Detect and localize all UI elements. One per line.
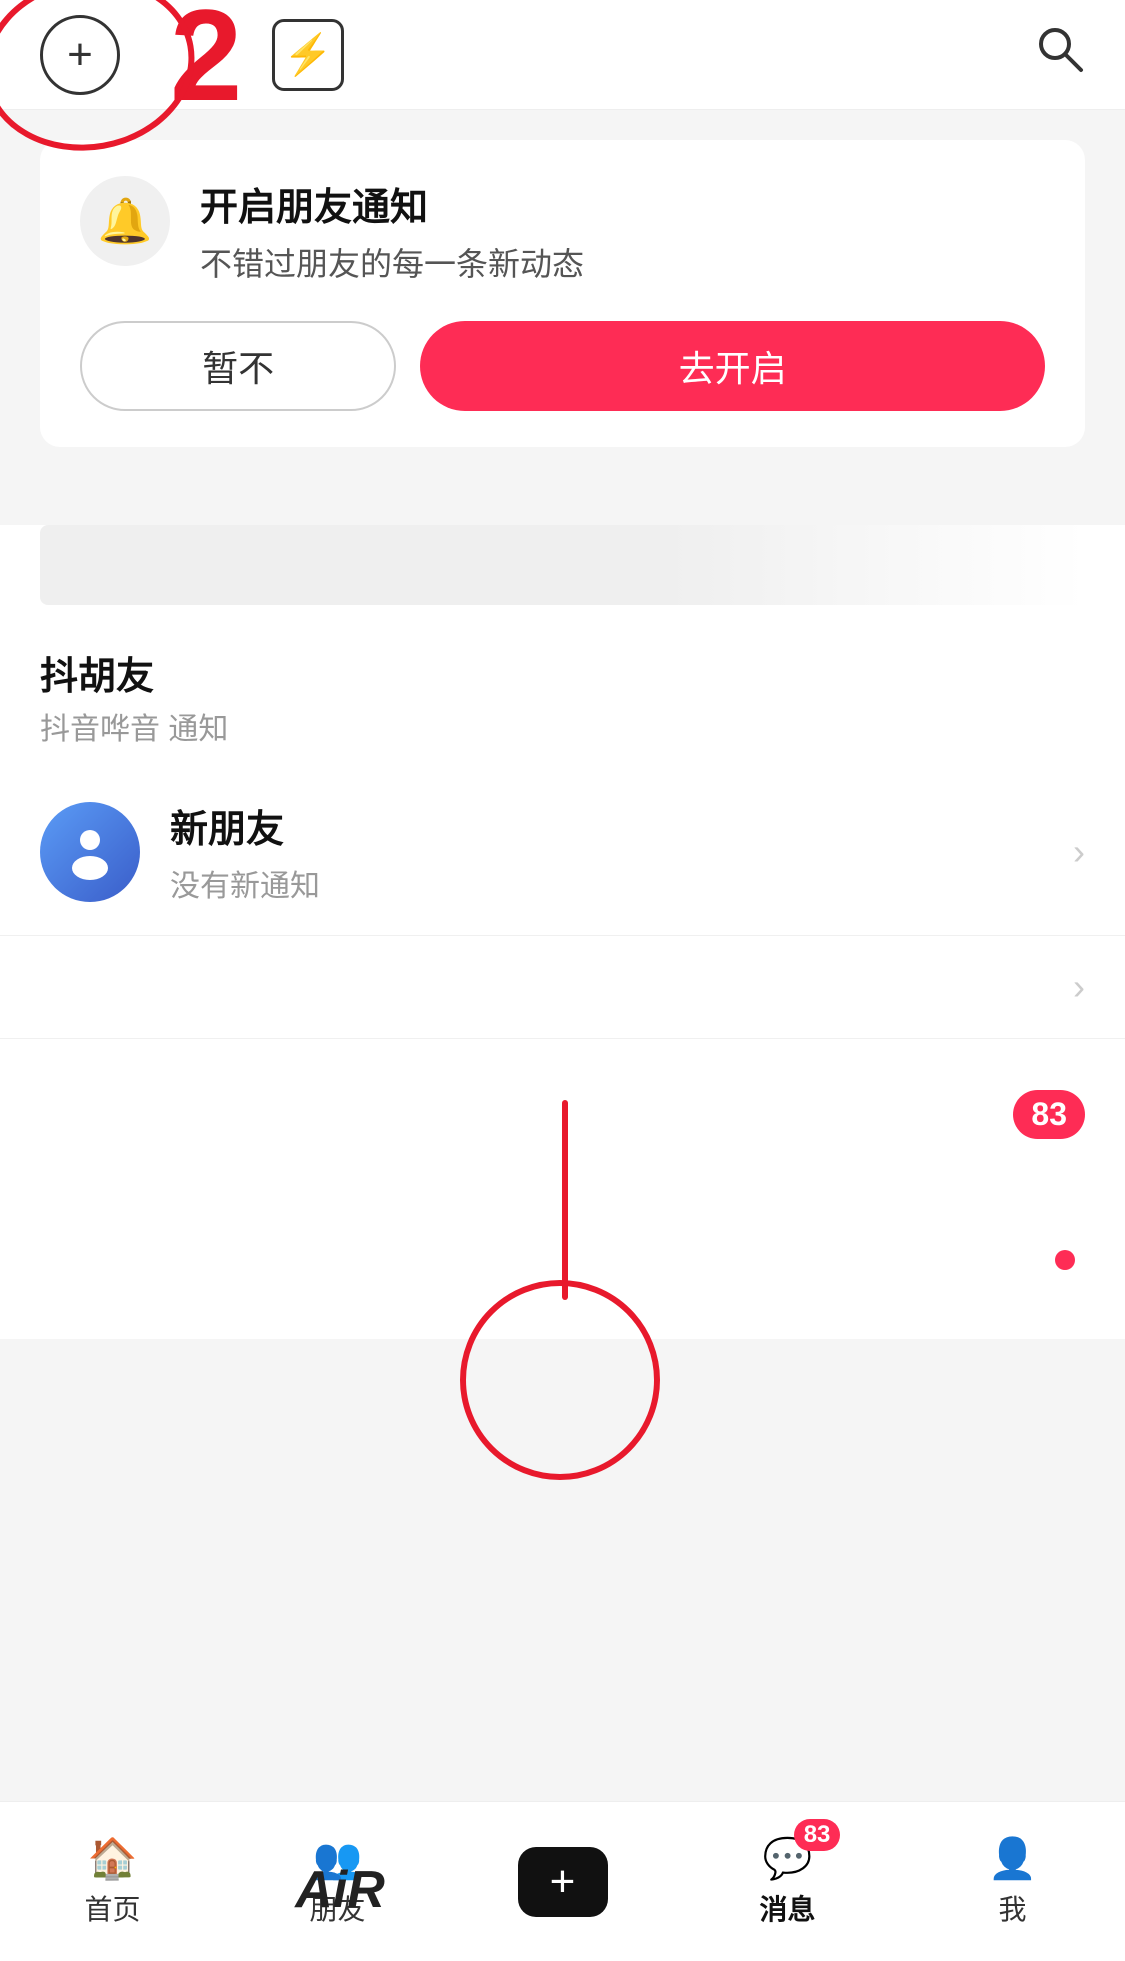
chevron-right-icon: › [1073, 831, 1085, 873]
nav-plus-icon: + [550, 1857, 576, 1907]
chevron-right-icon-2: › [1073, 966, 1085, 1008]
douhuyou-label: 抖胡友 [40, 645, 228, 700]
nav-profile-label: 我 [998, 1888, 1026, 1928]
bell-icon: 🔔 [80, 176, 170, 266]
notification-buttons: 暂不 去开启 [80, 321, 1045, 411]
add-button[interactable]: + [40, 15, 120, 95]
nav-add[interactable]: + [450, 1847, 675, 1917]
separator [0, 477, 1125, 501]
nav-messages[interactable]: 💬 83 消息 [675, 1835, 900, 1928]
second-list-item[interactable]: › [0, 936, 1125, 1039]
annotation-circle [460, 1280, 660, 1480]
messages-icon: 💬 83 [763, 1835, 813, 1882]
friend-name: 新朋友 [170, 798, 1073, 853]
nav-home-label: 首页 [84, 1888, 140, 1928]
air-brand: AiR [245, 1818, 435, 1961]
separator2 [0, 501, 1125, 525]
messages-badge: 83 [794, 1819, 841, 1851]
cancel-button[interactable]: 暂不 [80, 321, 396, 411]
plus-icon: + [67, 30, 93, 80]
annotation-line [562, 1100, 568, 1300]
bottom-navigation: 🏠 首页 👥 朋友 + 💬 83 消息 👤 我 [0, 1801, 1125, 1961]
nav-add-button[interactable]: + [518, 1847, 608, 1917]
notification-title: 开启朋友通知 [200, 176, 584, 231]
douyinbiyin-label: 抖音哗音 通知 [40, 704, 228, 748]
confirm-button[interactable]: 去开启 [420, 321, 1045, 411]
small-dot [1055, 1250, 1075, 1270]
top-nav-bar: + 2 ⚡ [0, 0, 1125, 110]
home-icon: 🏠 [88, 1835, 138, 1882]
profile-icon: 👤 [988, 1835, 1038, 1882]
nav-home[interactable]: 🏠 首页 [0, 1835, 225, 1928]
search-button[interactable] [1033, 22, 1085, 87]
notification-card: 🔔 开启朋友通知 不错过朋友的每一条新动态 暂不 去开启 [40, 140, 1085, 447]
nav-profile[interactable]: 👤 我 [900, 1835, 1125, 1928]
friend-info: 新朋友 没有新通知 [170, 798, 1073, 905]
nav-messages-label: 消息 [759, 1888, 815, 1928]
new-friend-row[interactable]: 新朋友 没有新通知 › [0, 768, 1125, 936]
lightning-icon: ⚡ [283, 31, 333, 78]
friends-header: 抖胡友 抖音哗音 通知 [0, 615, 1125, 768]
notification-subtitle: 不错过朋友的每一条新动态 [200, 239, 584, 285]
friend-avatar [40, 802, 140, 902]
notification-text: 开启朋友通知 不错过朋友的每一条新动态 [200, 176, 584, 285]
friend-sub: 没有新通知 [170, 861, 1073, 905]
badge-83-top: 83 [1013, 1090, 1085, 1139]
blurred-content [40, 525, 1085, 605]
lightning-button[interactable]: ⚡ [272, 19, 344, 91]
